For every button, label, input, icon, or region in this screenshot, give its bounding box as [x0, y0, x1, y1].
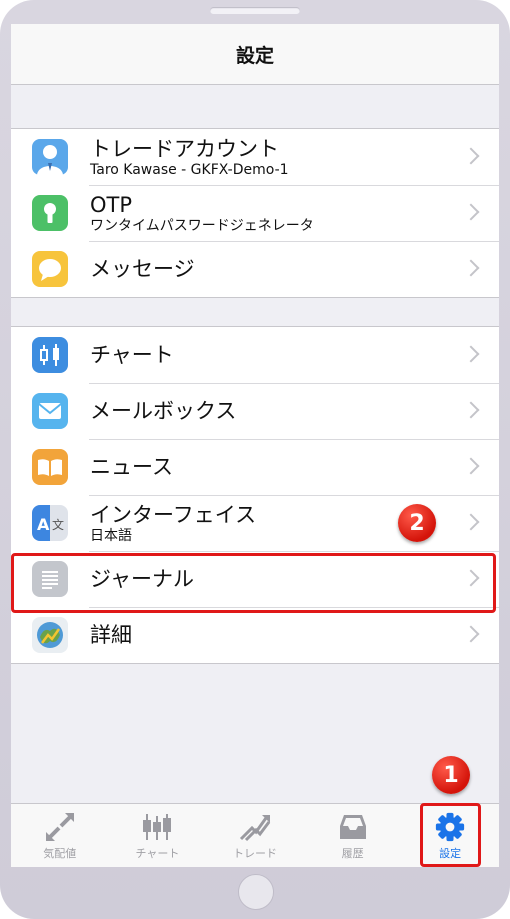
row-label: トレードアカウント — [90, 136, 279, 161]
tab-history[interactable]: 履歴 — [304, 804, 402, 867]
tab-label: チャート — [135, 847, 180, 860]
row-label: ニュース — [90, 455, 173, 479]
chevron-right-icon — [462, 203, 480, 221]
row-sublabel: Taro Kawase - GKFX-Demo-1 — [90, 161, 289, 178]
tab-label: トレード — [232, 847, 277, 860]
speaker-grille — [210, 7, 300, 14]
chevron-right-icon — [462, 147, 480, 165]
step-badge-1: 1 — [432, 756, 470, 794]
book-icon — [32, 449, 68, 485]
chevron-right-icon — [462, 625, 480, 643]
chevron-right-icon — [462, 569, 480, 587]
row-label: メールボックス — [90, 399, 237, 423]
step-badge-2: 2 — [398, 504, 436, 542]
tab-settings[interactable]: 設定 — [401, 804, 499, 867]
row-otp[interactable]: OTP ワンタイムパスワードジェネレータ — [11, 185, 499, 241]
app-screen: 設定 トレードアカウント Taro Kawase - GKFX-Demo-1 O… — [11, 24, 499, 867]
row-mailbox[interactable]: メールボックス — [11, 383, 499, 439]
quotes-arrows-icon — [45, 813, 74, 841]
journal-icon — [32, 561, 68, 597]
row-label: 詳細 — [90, 623, 132, 647]
tab-label: 履歴 — [341, 847, 364, 860]
row-label: チャート — [90, 343, 174, 367]
row-journal[interactable]: ジャーナル — [11, 551, 499, 607]
gear-icon — [436, 812, 465, 842]
row-label: メッセージ — [90, 257, 195, 281]
chevron-right-icon — [462, 259, 480, 277]
chevron-right-icon — [462, 457, 480, 475]
row-label: ジャーナル — [90, 567, 194, 591]
candlestick-icon — [143, 814, 172, 840]
tab-chart[interactable]: チャート — [109, 804, 207, 867]
svg-text:A: A — [37, 515, 50, 534]
chat-bubble-icon — [32, 251, 68, 287]
row-label: OTP — [90, 192, 133, 217]
envelope-icon — [32, 393, 68, 429]
chevron-right-icon — [462, 345, 480, 363]
tab-label: 気配値 — [43, 847, 77, 860]
tab-quotes[interactable]: 気配値 — [11, 804, 109, 867]
translate-icon: A文 — [32, 505, 68, 541]
settings-group-account: トレードアカウント Taro Kawase - GKFX-Demo-1 OTP … — [11, 128, 499, 298]
tab-bar: 気配値 チャート トレード 履歴 設定 — [11, 803, 499, 867]
keyhole-icon — [32, 195, 68, 231]
nav-bar: 設定 — [11, 24, 499, 85]
user-icon — [32, 139, 68, 175]
settings-group-app: チャート メールボックス ニュース A 文 インターフェイス 日本語 ジャーナル… — [11, 326, 499, 664]
row-details[interactable]: 詳細 — [11, 607, 499, 663]
row-sublabel: ワンタイムパスワードジェネレータ — [90, 217, 314, 234]
row-news[interactable]: ニュース — [11, 439, 499, 495]
tab-label: 設定 — [439, 847, 462, 860]
inbox-tray-icon — [339, 815, 366, 839]
row-messages[interactable]: メッセージ — [11, 241, 499, 297]
row-chart[interactable]: チャート — [11, 327, 499, 383]
svg-text:文: 文 — [52, 517, 64, 532]
chevron-right-icon — [462, 513, 480, 531]
row-trade-account[interactable]: トレードアカウント Taro Kawase - GKFX-Demo-1 — [11, 129, 499, 185]
home-button[interactable] — [238, 874, 274, 910]
metatrader-icon — [32, 617, 68, 653]
trade-trend-icon — [239, 815, 271, 842]
tab-trade[interactable]: トレード — [206, 804, 304, 867]
chevron-right-icon — [462, 401, 480, 419]
candlestick-icon — [32, 337, 68, 373]
page-title: 設定 — [235, 44, 274, 67]
phone-frame: 設定 トレードアカウント Taro Kawase - GKFX-Demo-1 O… — [0, 0, 510, 919]
